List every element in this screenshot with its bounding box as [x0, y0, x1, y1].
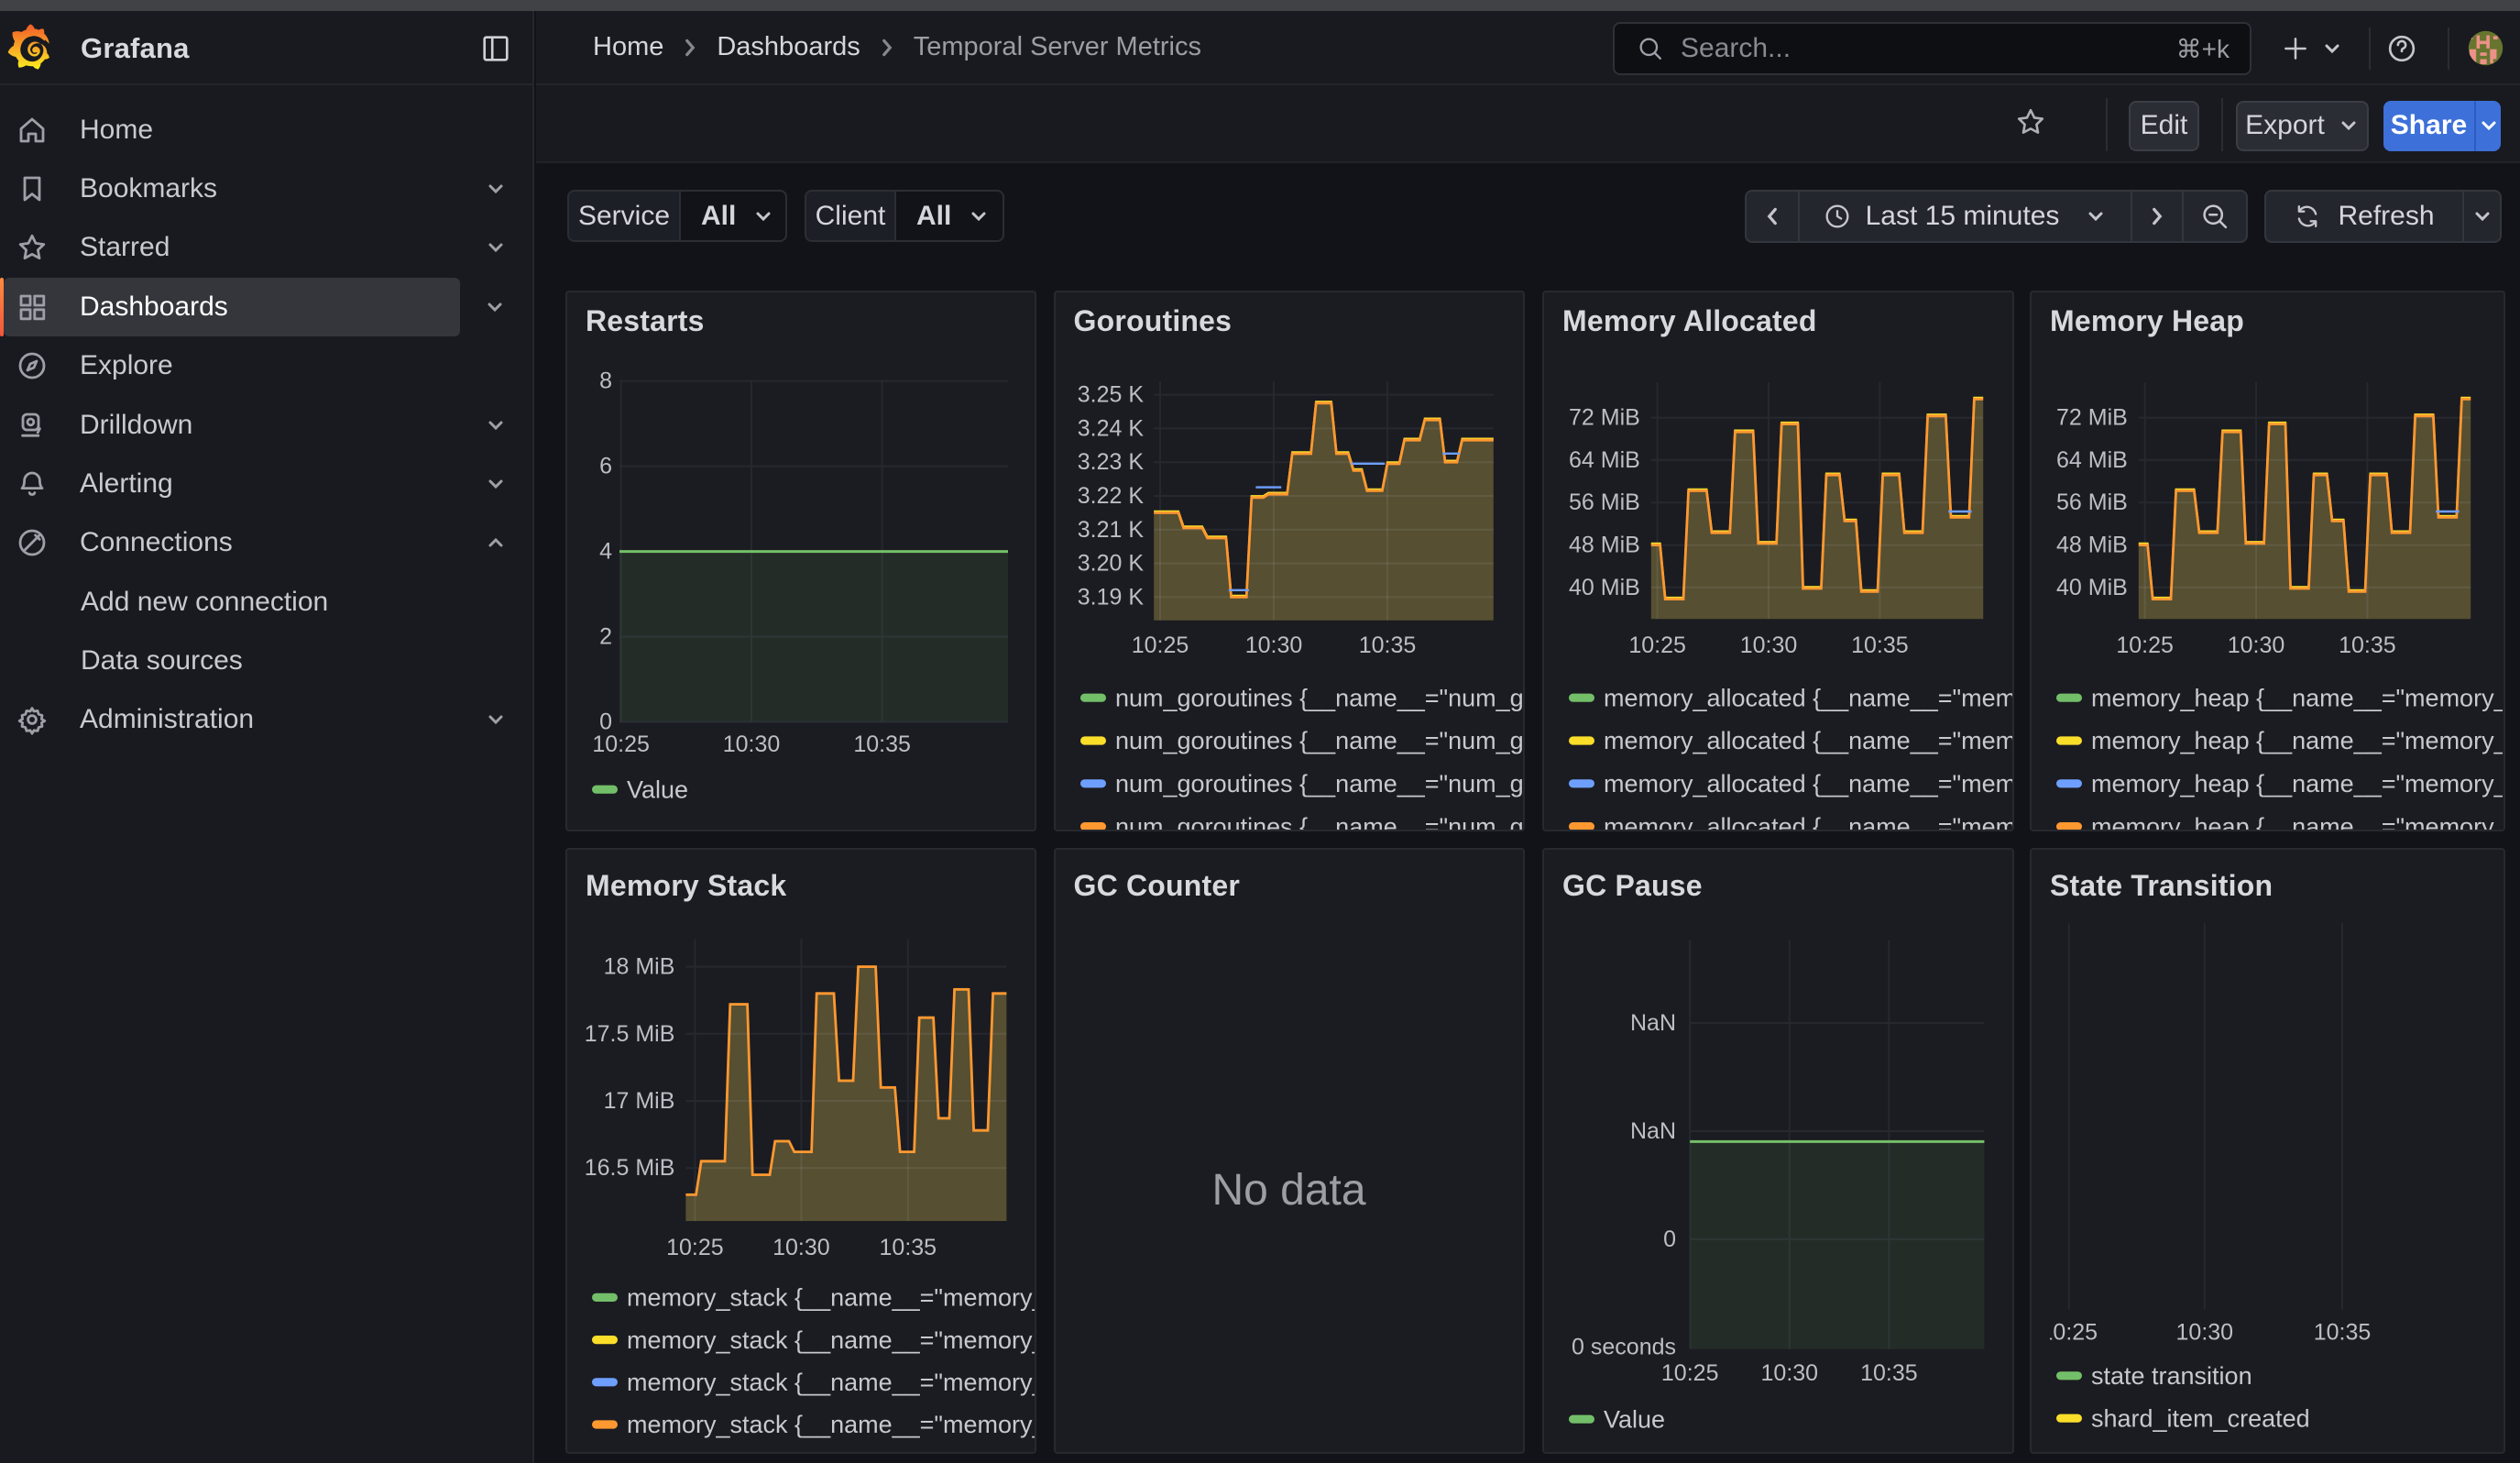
svg-text:Value: Value [1604, 1405, 1665, 1433]
svg-text:NaN: NaN [1630, 1118, 1676, 1144]
svg-text:memory_heap {__name__="memory_: memory_heap {__name__="memory_h [2091, 813, 2503, 831]
svg-text:memory_allocated {__name__="me: memory_allocated {__name__="memo [1604, 770, 2014, 798]
svg-text:memory_stack {__name__="memory: memory_stack {__name__="memory_s [627, 1369, 1036, 1396]
svg-text:num_goroutines {__name__="num_: num_goroutines {__name__="num_go [1115, 727, 1525, 754]
svg-text:state transition: state transition [2091, 1362, 2252, 1390]
svg-text:num_goroutines {__name__="num_: num_goroutines {__name__="num_go [1115, 813, 1525, 831]
svg-text:3.21 K: 3.21 K [1077, 517, 1144, 543]
svg-text:memory_stack {__name__="memory: memory_stack {__name__="memory_s [627, 1411, 1036, 1438]
svg-text:10:35: 10:35 [2339, 632, 2396, 658]
svg-text:memory_stack {__name__="memory: memory_stack {__name__="memory_s [627, 1326, 1036, 1354]
svg-text:10:30: 10:30 [1761, 1360, 1819, 1386]
svg-text:10:30: 10:30 [2228, 632, 2285, 658]
svg-text:3.25 K: 3.25 K [1077, 382, 1144, 408]
svg-text:num_goroutines {__name__="num_: num_goroutines {__name__="num_go [1115, 770, 1525, 798]
svg-text:16.5 MiB: 16.5 MiB [585, 1155, 675, 1181]
svg-text:10:35: 10:35 [880, 1235, 937, 1260]
svg-text:10:25: 10:25 [1628, 632, 1686, 658]
svg-text:memory_heap {__name__="memory_: memory_heap {__name__="memory_h [2091, 727, 2503, 754]
svg-text:10:35: 10:35 [853, 732, 911, 757]
svg-text:num_goroutines {__name__="num_: num_goroutines {__name__="num_go [1115, 684, 1525, 711]
svg-text:memory_heap {__name__="memory_: memory_heap {__name__="memory_h [2091, 770, 2503, 798]
svg-text:17 MiB: 17 MiB [604, 1088, 675, 1114]
svg-text:10:30: 10:30 [723, 732, 781, 757]
svg-text:10:25: 10:25 [1131, 632, 1189, 658]
svg-text:memory_heap {__name__="memory_: memory_heap {__name__="memory_h [2091, 684, 2503, 711]
svg-text:NaN: NaN [1630, 1010, 1676, 1036]
svg-text:memory_stack {__name__="memory: memory_stack {__name__="memory_s [627, 1284, 1036, 1312]
svg-text:64 MiB: 64 MiB [1569, 447, 1640, 473]
svg-text:shard_item_created: shard_item_created [2091, 1404, 2310, 1432]
svg-text:10:25: 10:25 [2041, 1320, 2098, 1346]
svg-text:10:25: 10:25 [2116, 632, 2174, 658]
svg-text:56 MiB: 56 MiB [2056, 490, 2128, 515]
svg-text:48 MiB: 48 MiB [2056, 533, 2128, 558]
svg-text:0 seconds: 0 seconds [1572, 1335, 1676, 1360]
svg-text:40 MiB: 40 MiB [2056, 575, 2128, 600]
svg-text:0: 0 [1663, 1226, 1676, 1252]
svg-text:40 MiB: 40 MiB [1569, 575, 1640, 600]
svg-text:10:25: 10:25 [1661, 1360, 1719, 1386]
svg-text:memory_allocated {__name__="me: memory_allocated {__name__="memo [1604, 727, 2014, 754]
svg-text:72 MiB: 72 MiB [2056, 405, 2128, 431]
svg-text:8: 8 [599, 368, 612, 394]
svg-text:10:25: 10:25 [666, 1235, 724, 1260]
svg-text:10:30: 10:30 [772, 1235, 830, 1260]
svg-text:Value: Value [627, 776, 688, 803]
svg-text:48 MiB: 48 MiB [1569, 533, 1640, 558]
svg-text:10:30: 10:30 [1740, 632, 1798, 658]
svg-text:17.5 MiB: 17.5 MiB [585, 1021, 675, 1047]
svg-text:64 MiB: 64 MiB [2056, 447, 2128, 473]
svg-text:10:35: 10:35 [2314, 1320, 2372, 1346]
svg-text:2: 2 [599, 624, 612, 650]
svg-text:72 MiB: 72 MiB [1569, 405, 1640, 431]
svg-text:10:25: 10:25 [592, 732, 650, 757]
svg-text:10:30: 10:30 [2176, 1320, 2234, 1346]
svg-text:10:35: 10:35 [1851, 632, 1909, 658]
svg-text:3.19 K: 3.19 K [1077, 584, 1144, 610]
svg-text:10:35: 10:35 [1358, 632, 1416, 658]
svg-text:3.22 K: 3.22 K [1077, 483, 1144, 509]
svg-text:3.23 K: 3.23 K [1077, 449, 1144, 475]
svg-text:4: 4 [599, 539, 612, 565]
svg-text:18 MiB: 18 MiB [604, 954, 675, 980]
svg-text:10:35: 10:35 [1860, 1360, 1918, 1386]
svg-text:memory_allocated {__name__="me: memory_allocated {__name__="memo [1604, 684, 2014, 711]
svg-text:3.20 K: 3.20 K [1077, 551, 1144, 577]
svg-text:10:30: 10:30 [1244, 632, 1302, 658]
svg-text:56 MiB: 56 MiB [1569, 490, 1640, 515]
svg-text:3.24 K: 3.24 K [1077, 415, 1144, 441]
svg-text:6: 6 [599, 454, 612, 479]
svg-text:memory_allocated {__name__="me: memory_allocated {__name__="memo [1604, 813, 2014, 831]
